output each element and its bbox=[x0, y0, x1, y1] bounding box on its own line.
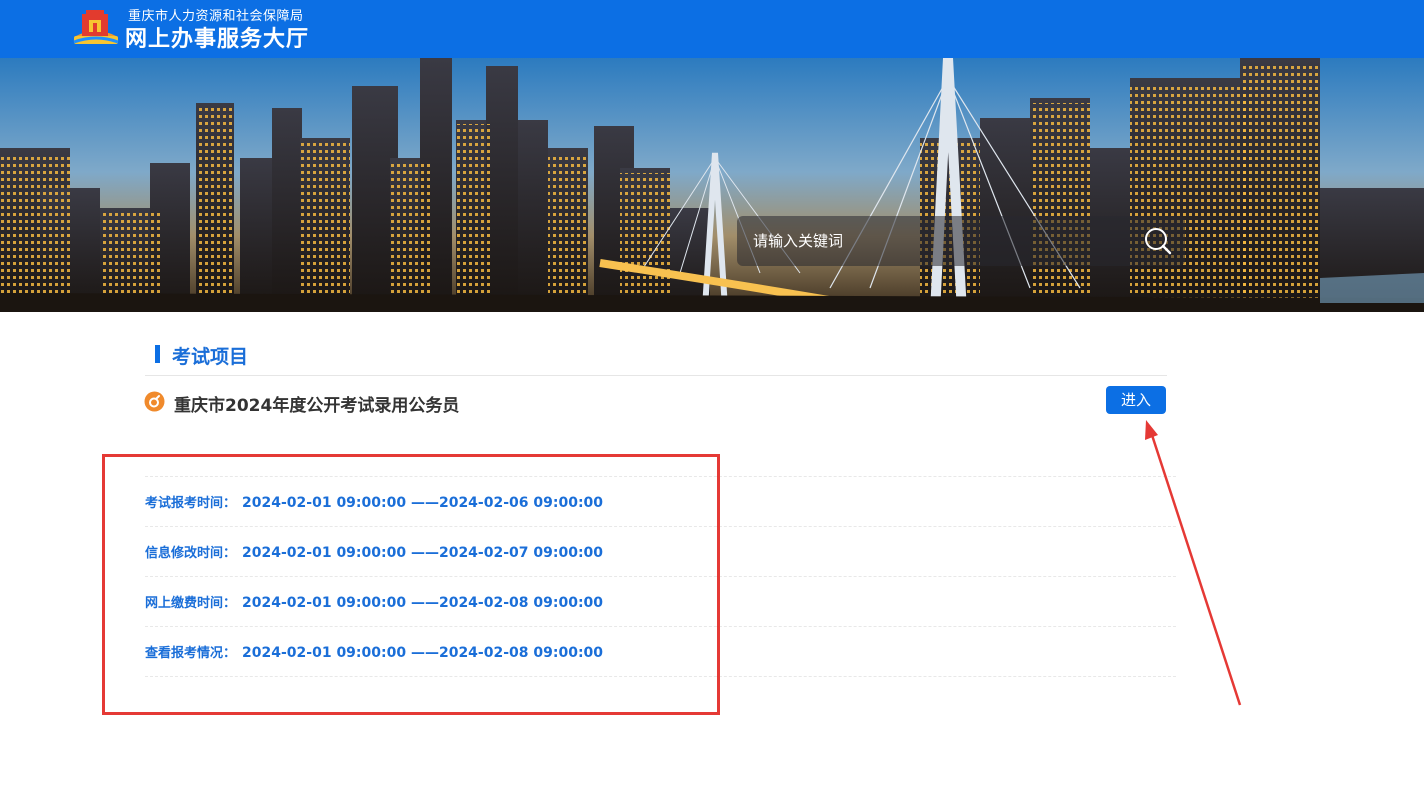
search-button[interactable] bbox=[1139, 224, 1175, 258]
site-title[interactable]: 网上办事服务大厅 bbox=[125, 21, 309, 53]
section-marker bbox=[155, 345, 160, 363]
exam-title[interactable]: 重庆市2024年度公开考试录用公务员 bbox=[174, 391, 459, 416]
annotation-highlight-box bbox=[102, 454, 720, 715]
site-header: 重庆市人力资源和社会保障局 网上办事服务大厅 bbox=[0, 0, 1424, 58]
city-skyline-illustration bbox=[0, 58, 1424, 312]
search-box bbox=[737, 216, 1185, 266]
enter-button[interactable]: 进入 bbox=[1106, 386, 1166, 414]
city-banner bbox=[0, 58, 1424, 312]
section-divider bbox=[145, 375, 1167, 376]
search-input[interactable] bbox=[745, 224, 1125, 258]
search-icon bbox=[1145, 228, 1172, 255]
section-title: 考试项目 bbox=[172, 346, 249, 368]
orange-circle-icon bbox=[144, 391, 165, 412]
emblem-icon[interactable] bbox=[72, 6, 120, 46]
